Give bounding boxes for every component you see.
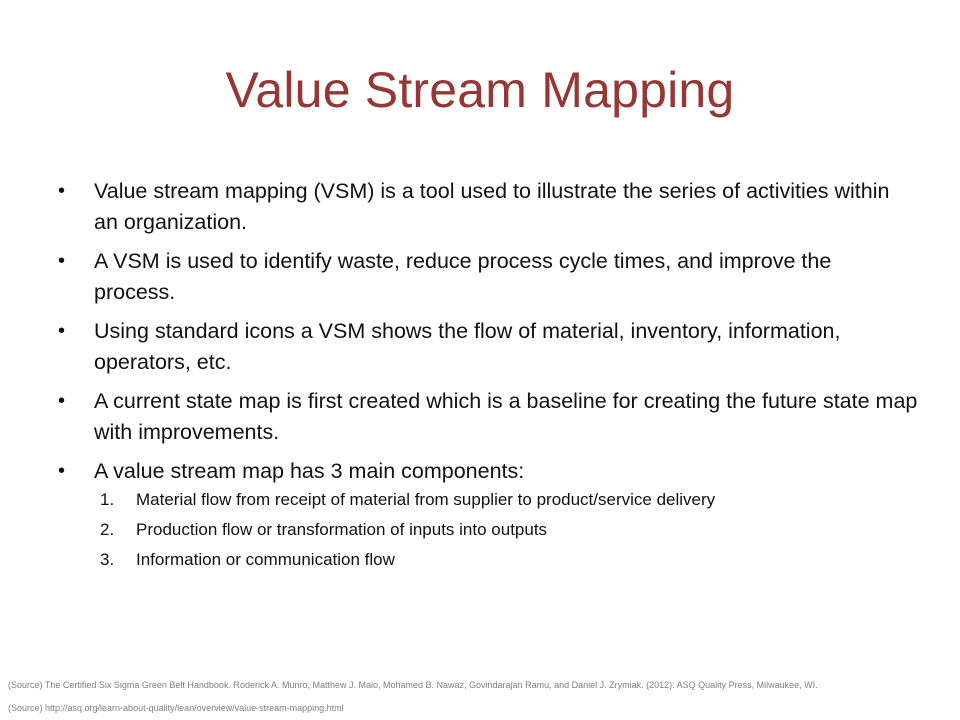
source-citation-book: (Source) The Certified Six Sigma Green B…	[8, 680, 818, 690]
bullet-item: • A VSM is used to identify waste, reduc…	[58, 246, 918, 308]
source-citation-url: (Source) http://asq.org/learn-about-qual…	[8, 703, 344, 713]
component-number: 2.	[100, 520, 115, 539]
component-text: Information or communication flow	[136, 550, 395, 569]
bullet-item: • Using standard icons a VSM shows the f…	[58, 316, 918, 378]
component-item: 2. Production flow or transformation of …	[94, 519, 918, 541]
slide-title: Value Stream Mapping	[225, 62, 735, 118]
bullet-dot-icon: •	[58, 320, 66, 342]
bullet-dot-icon: •	[58, 390, 66, 412]
bullet-item: • A value stream map has 3 main componen…	[58, 456, 918, 571]
bullet-text: Using standard icons a VSM shows the flo…	[94, 319, 841, 374]
bullet-list: • Value stream mapping (VSM) is a tool u…	[58, 176, 918, 579]
bullet-dot-icon: •	[58, 460, 66, 482]
bullet-text: Value stream mapping (VSM) is a tool use…	[94, 179, 890, 234]
component-item: 3. Information or communication flow	[94, 549, 918, 571]
bullet-item: • Value stream mapping (VSM) is a tool u…	[58, 176, 918, 238]
component-item: 1. Material flow from receipt of materia…	[94, 489, 918, 511]
bullet-text: A VSM is used to identify waste, reduce …	[94, 249, 832, 304]
bullet-text: A value stream map has 3 main components…	[94, 459, 525, 483]
bullet-text: A current state map is first created whi…	[94, 389, 918, 444]
component-text: Production flow or transformation of inp…	[136, 520, 548, 539]
bullet-item: • A current state map is first created w…	[58, 386, 918, 448]
slide: Value Stream Mapping • Value stream mapp…	[0, 0, 960, 720]
component-number: 3.	[100, 550, 115, 569]
bullet-dot-icon: •	[58, 180, 66, 202]
components-list: 1. Material flow from receipt of materia…	[94, 489, 918, 571]
component-number: 1.	[100, 490, 115, 509]
component-text: Material flow from receipt of material f…	[136, 490, 716, 509]
bullet-dot-icon: •	[58, 250, 66, 272]
